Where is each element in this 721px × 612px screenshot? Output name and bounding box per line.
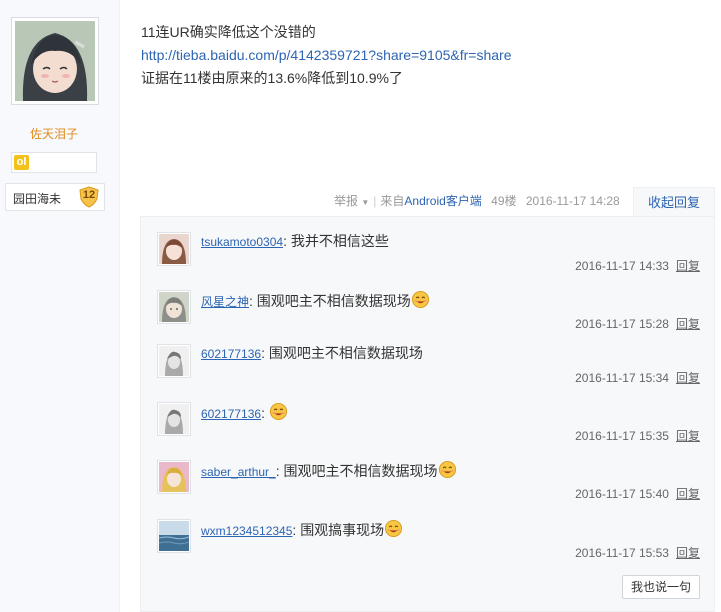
medal-box: ol xyxy=(11,152,97,173)
commenter-avatar[interactable] xyxy=(157,290,191,324)
floor-number: 49楼 xyxy=(491,194,517,208)
reply-link[interactable]: 回复 xyxy=(676,429,700,443)
post-line: 11连UR确实降低这个没错的 xyxy=(141,24,316,40)
comment-meta: 2016-11-17 15:53 回复 xyxy=(575,544,700,561)
commenter-username[interactable]: 风星之神 xyxy=(201,295,249,309)
avatar-girl-blonde xyxy=(159,462,189,492)
comment-content: 围观吧主不相信数据现场 xyxy=(256,293,411,309)
comment-item: 风星之神: 围观吧主不相信数据现场 2016-11-17 15:28 回复 xyxy=(156,290,701,348)
comment-colon: : xyxy=(261,345,269,361)
post-line: 证据在11楼由原来的13.6%降低到10.9%了 xyxy=(141,70,403,86)
separator: | xyxy=(373,194,377,208)
level-badge-box[interactable]: 园田海未 12 xyxy=(5,183,105,211)
commenter-avatar[interactable] xyxy=(157,460,191,494)
comment-item: 602177136: 围观吧主不相信数据现场 2016-11-17 15:34 回复 xyxy=(156,344,701,402)
comment-content: 我并不相信这些 xyxy=(290,233,389,249)
comment-item: tsukamoto0304: 我并不相信这些 2016-11-17 14:33 回复 xyxy=(156,232,701,290)
comments-panel: tsukamoto0304: 我并不相信这些 2016-11-17 14:33 回复… xyxy=(140,216,715,612)
commenter-username[interactable]: saber_arthur_ xyxy=(201,465,276,479)
comment-colon: : xyxy=(261,405,269,421)
avatar-sea xyxy=(158,521,190,551)
comment-time: 2016-11-17 15:53 xyxy=(575,546,669,560)
say-something-button[interactable]: 我也说一句 xyxy=(622,575,700,599)
commenter-avatar[interactable] xyxy=(157,519,191,553)
author-avatar-image xyxy=(15,21,95,101)
comment-content: 围观搞事现场 xyxy=(300,522,385,538)
comment-text: wxm1234512345: 围观搞事现场 xyxy=(201,519,403,540)
author-sidebar: 佐天泪子 ol 园田海未 12 xyxy=(0,0,120,612)
collapse-replies-button[interactable]: 收起回复 xyxy=(633,187,715,217)
source-link[interactable]: Android客户端 xyxy=(404,194,481,208)
author-username[interactable]: 佐天泪子 xyxy=(0,125,108,142)
medal-icon[interactable]: ol xyxy=(14,155,29,170)
comment-text: tsukamoto0304: 我并不相信这些 xyxy=(201,232,389,251)
comment-time: 2016-11-17 14:33 xyxy=(575,259,669,273)
comment-item: saber_arthur_: 围观吧主不相信数据现场 2016-11-17 15:… xyxy=(156,460,701,518)
comment-colon: : xyxy=(283,233,291,249)
comment-text: 602177136: xyxy=(201,402,288,423)
commenter-username[interactable]: 602177136 xyxy=(201,347,261,361)
commenter-username[interactable]: tsukamoto0304 xyxy=(201,235,283,249)
comment-time: 2016-11-17 15:34 xyxy=(575,371,669,385)
commenter-avatar[interactable] xyxy=(157,232,191,266)
comment-content: 围观吧主不相信数据现场 xyxy=(268,345,423,361)
comment-item: 602177136: 2016-11-17 15:35 回复 xyxy=(156,402,701,460)
comment-meta: 2016-11-17 15:35 回复 xyxy=(575,427,700,444)
source-prefix: 来自 xyxy=(380,194,405,208)
post-tail: 举报 ▼ | 来自Android客户端 49楼 2016-11-17 14:28 xyxy=(334,192,620,209)
comment-text: 风星之神: 围观吧主不相信数据现场 xyxy=(201,290,430,311)
reply-link[interactable]: 回复 xyxy=(676,317,700,331)
comment-time: 2016-11-17 15:40 xyxy=(575,487,669,501)
post-time: 2016-11-17 14:28 xyxy=(525,194,620,208)
level-number: 12 xyxy=(82,189,96,201)
comment-meta: 2016-11-17 15:34 回复 xyxy=(575,369,700,386)
comment-colon: : xyxy=(275,463,284,479)
level-name: 园田海未 xyxy=(13,192,62,206)
comment-colon: : xyxy=(249,293,257,309)
reply-link[interactable]: 回复 xyxy=(676,259,700,273)
post-content: 11连UR确实降低这个没错的 http://tieba.baidu.com/p/… xyxy=(141,21,701,90)
reply-link[interactable]: 回复 xyxy=(676,371,700,385)
comment-item: wxm1234512345: 围观搞事现场 2016-11-17 15:53 回复 xyxy=(156,519,701,577)
avatar-sketch xyxy=(159,346,189,376)
comment-content: 围观吧主不相信数据现场 xyxy=(283,463,438,479)
report-dropdown-icon: ▼ xyxy=(361,198,370,207)
reply-link[interactable]: 回复 xyxy=(676,487,700,501)
comment-time: 2016-11-17 15:28 xyxy=(575,317,669,331)
avatar-sketch xyxy=(159,404,189,434)
comment-text: saber_arthur_: 围观吧主不相信数据现场 xyxy=(201,460,457,481)
level-shield-icon: 12 xyxy=(78,186,100,208)
avatar-girl-brown xyxy=(159,234,189,264)
report-link[interactable]: 举报 ▼ xyxy=(334,194,369,208)
smiley-emoji-icon xyxy=(384,519,403,538)
commenter-avatar[interactable] xyxy=(157,344,191,378)
smiley-emoji-icon xyxy=(269,402,288,421)
smiley-emoji-icon xyxy=(411,290,430,309)
smiley-emoji-icon xyxy=(438,460,457,479)
avatar-girl-grey xyxy=(159,292,189,322)
comment-meta: 2016-11-17 15:28 回复 xyxy=(575,315,700,332)
comment-meta: 2016-11-17 15:40 回复 xyxy=(575,485,700,502)
commenter-avatar[interactable] xyxy=(157,402,191,436)
post-link[interactable]: http://tieba.baidu.com/p/4142359721?shar… xyxy=(141,47,512,63)
author-avatar[interactable] xyxy=(11,17,99,105)
commenter-username[interactable]: wxm1234512345 xyxy=(201,524,292,538)
comment-text: 602177136: 围观吧主不相信数据现场 xyxy=(201,344,423,363)
reply-link[interactable]: 回复 xyxy=(676,546,700,560)
comment-meta: 2016-11-17 14:33 回复 xyxy=(575,257,700,274)
comment-time: 2016-11-17 15:35 xyxy=(575,429,669,443)
commenter-username[interactable]: 602177136 xyxy=(201,407,261,421)
